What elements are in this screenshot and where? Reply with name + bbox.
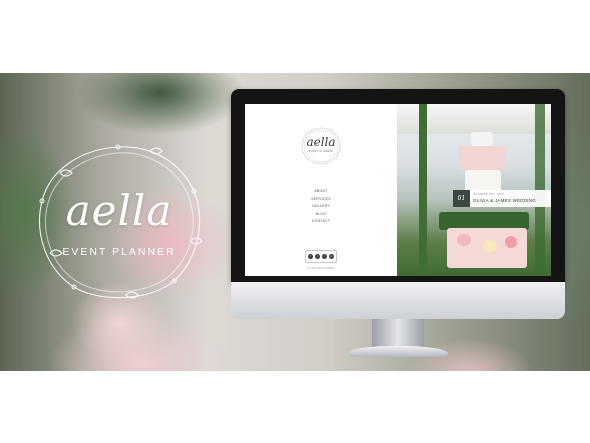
monitor-chin <box>231 282 565 319</box>
event-title: OLIVIA & JAMES WEDDING <box>473 198 536 203</box>
nav-item-about[interactable]: ABOUT <box>301 188 341 196</box>
nav-item-blog[interactable]: BLOG <box>301 211 341 219</box>
nav-item-gallery[interactable]: GALLERY <box>301 203 341 211</box>
twitter-icon[interactable]: t <box>315 254 320 259</box>
site-copyright: © 2015 AELLA EVENTS <box>307 267 335 270</box>
monitor-stand-base <box>348 346 448 357</box>
instagram-icon[interactable]: i <box>322 254 327 259</box>
flower-ranunculus <box>505 236 517 248</box>
flower-peony <box>457 234 471 246</box>
foliage-column-left <box>419 104 427 276</box>
hero-tagline: EVENT PLANNER <box>62 246 176 258</box>
nav-item-contact[interactable]: CONTACT <box>301 218 341 226</box>
site-hero-photo: 01 OCTOBER 5TH, 2015 OLIVIA & JAMES WEDD… <box>397 104 551 276</box>
cake-tier-flowers-upper <box>459 146 505 170</box>
event-caption[interactable]: 01 OCTOBER 5TH, 2015 OLIVIA & JAMES WEDD… <box>453 190 551 207</box>
monitor-stand-neck <box>372 319 424 349</box>
site-nav: ABOUT SERVICES GALLERY BLOG CONTACT <box>301 188 341 226</box>
event-date: OCTOBER 5TH, 2015 <box>473 193 504 196</box>
facebook-icon[interactable]: f <box>308 254 313 259</box>
flower-rose <box>483 240 497 252</box>
site-logo[interactable]: aella <box>299 135 343 149</box>
cake-tier-top <box>471 132 493 146</box>
site-logo-tagline: EVENT PLANNER <box>308 150 334 153</box>
site-sidebar: aella EVENT PLANNER ABOUT SERVICES GALLE… <box>245 104 397 276</box>
hero-logo-wordmark: aella <box>65 186 173 235</box>
nav-item-services[interactable]: SERVICES <box>301 196 341 204</box>
pinterest-icon[interactable]: p <box>329 254 334 259</box>
event-number: 01 <box>453 190 470 207</box>
website-preview: aella EVENT PLANNER ABOUT SERVICES GALLE… <box>245 104 551 276</box>
social-links: f t i p <box>305 250 337 263</box>
